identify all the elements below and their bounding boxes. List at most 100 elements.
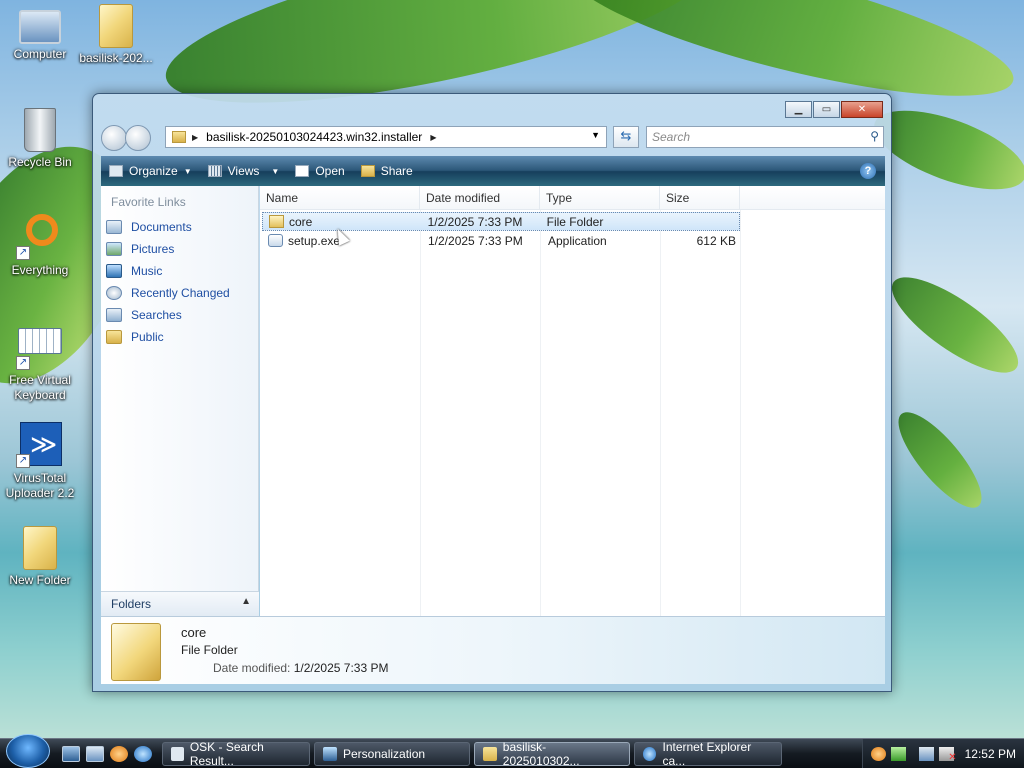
taskbar-item-internet-explorer[interactable]: Internet Explorer ca... [634,740,782,768]
search-icon[interactable]: ⚲ [870,129,879,143]
favorite-link-searches[interactable]: Searches [101,304,258,326]
views-button[interactable]: Views ▼ [200,156,288,186]
search-icon[interactable] [110,745,128,762]
documents-icon [106,220,122,234]
desktop-icon-label: Free Virtual Keyboard [9,373,71,402]
breadcrumb-arrow-icon[interactable]: ▶ [430,133,436,142]
share-button[interactable]: Share [353,156,421,186]
back-button[interactable] [101,125,127,151]
favorite-link-recently-changed[interactable]: Recently Changed [101,282,258,304]
desktop-icon-computer[interactable]: Computer [0,4,80,62]
folders-toggle[interactable]: Folders ▲ [101,591,259,616]
file-row-core[interactable]: core 1/2/2025 7:33 PM File Folder [262,212,740,231]
column-header-date-modified[interactable]: Date modified [420,186,540,209]
file-date-cell: 1/2/2025 7:33 PM [428,233,523,248]
file-row-setup-exe[interactable]: setup.exe 1/2/2025 7:33 PM Application 6… [262,231,885,250]
application-icon [268,234,283,247]
refresh-button[interactable]: ⇆ [613,126,639,148]
address-bar[interactable]: ▶ basilisk-20250103024423.win32.installe… [165,126,607,148]
search-input[interactable]: Search ⚲ [646,126,884,148]
help-icon[interactable]: ? [860,163,876,179]
favorite-link-label: Public [131,330,164,344]
desktop-icon-label: Computer [13,47,67,61]
chevron-up-icon: ▲ [241,596,251,607]
volume-muted-icon[interactable]: ✕ [938,747,957,763]
desktop-icon-everything[interactable]: ↗ Everything [0,212,80,278]
breadcrumb-arrow-icon[interactable]: ▶ [192,133,198,142]
close-button[interactable]: ✕ [841,101,883,118]
taskbar-item-label: OSK - Search Result... [189,739,264,768]
favorite-link-pictures[interactable]: Pictures [101,238,258,260]
palm-frond [879,261,1024,389]
search-placeholder: Search [652,130,691,144]
safely-remove-hardware-icon[interactable] [890,747,906,761]
favorite-link-music[interactable]: Music [101,260,258,282]
file-name: core [289,214,313,229]
explorer-window: ▁ ▭ ✕ ▶ basilisk-20250103024423.win32.in… [92,93,892,692]
personalization-icon [323,746,337,761]
organize-button[interactable]: Organize ▼ [101,156,200,186]
switch-windows-icon[interactable] [86,745,104,762]
open-button[interactable]: Open [287,156,352,186]
favorite-link-label: Documents [131,220,192,234]
forward-button[interactable] [125,125,151,151]
favorite-links-title: Favorite Links [111,195,186,209]
details-date-modified: Date modified: 1/2/2025 7:33 PM [213,661,388,675]
details-name: core [181,625,207,640]
taskbar-item-osk-search[interactable]: OSK - Search Result... [162,739,310,768]
column-divider [660,210,661,616]
search-icon[interactable] [870,747,886,761]
navigation-pane: Favorite Links Documents Pictures Music … [101,186,259,616]
file-date-cell: 1/2/2025 7:33 PM [427,214,523,229]
desktop-icon-new-folder[interactable]: New Folder [0,526,80,588]
folders-label: Folders [111,597,152,611]
desktop-icon-recycle-bin[interactable]: Recycle Bin [0,108,80,170]
taskbar-item-label: basilisk-2025010302... [502,739,580,768]
file-type-cell: File Folder [546,214,604,229]
desktop-icon-free-virtual-keyboard[interactable]: ↗ Free Virtual Keyboard [0,322,80,403]
system-tray: ✕ 12:52 PM [861,739,1024,768]
command-toolbar: Organize ▼ Views ▼ Open Share ? [101,156,885,186]
taskbar-item-basilisk-folder[interactable]: basilisk-2025010302... [474,739,630,768]
open-icon [295,165,310,177]
views-label: Views [227,164,260,178]
column-header-type[interactable]: Type [540,186,660,209]
details-date-modified-value: 1/2/2025 7:33 PM [293,661,389,675]
show-desktop-icon[interactable] [62,745,80,762]
clock[interactable]: 12:52 PM [965,747,1016,761]
computer-icon [19,10,61,44]
internet-explorer-icon[interactable] [134,745,152,762]
favorite-link-documents[interactable]: Documents [101,216,258,238]
chevron-down-icon: ▼ [271,166,280,176]
taskbar-item-personalization[interactable]: Personalization [314,741,470,766]
column-divider [740,210,741,616]
address-dropdown-icon[interactable]: ▼ [591,130,600,140]
shortcut-arrow-icon: ↗ [16,454,30,468]
column-header-name[interactable]: Name [260,186,420,209]
desktop-icon-label: VirusTotal Uploader 2.2 [5,471,75,500]
column-header-size[interactable]: Size [660,186,740,209]
window-icon [171,746,184,761]
network-icon[interactable] [918,747,934,761]
shortcut-arrow-icon: ↗ [16,246,30,260]
favorite-link-label: Music [131,264,163,278]
keyboard-icon: ↗ [16,322,64,370]
minimize-button[interactable]: ▁ [785,101,812,118]
favorite-link-public[interactable]: Public [101,326,258,348]
file-name: setup.exe [288,233,341,248]
file-type-cell: Application [548,233,607,248]
start-button[interactable] [6,733,50,768]
file-size-cell: 612 KB [696,233,736,248]
favorite-link-label: Searches [131,308,182,322]
column-divider [420,210,421,616]
breadcrumb-segment[interactable]: basilisk-20250103024423.win32.installer [206,130,422,144]
desktop-icon-basilisk-folder[interactable]: basilisk-202... [76,4,156,66]
chevron-down-icon: ▼ [183,166,192,176]
folder-icon [269,215,284,228]
column-header-row: Name Date modified Type Size [260,186,885,210]
maximize-button[interactable]: ▭ [813,101,840,118]
desktop-icon-virustotal[interactable]: ≫ ↗ VirusTotal Uploader 2.2 [0,420,80,501]
taskbar-item-label: Personalization [343,746,426,761]
desktop-icon-label: New Folder [9,573,71,587]
everything-search-icon: ↗ [16,212,64,260]
